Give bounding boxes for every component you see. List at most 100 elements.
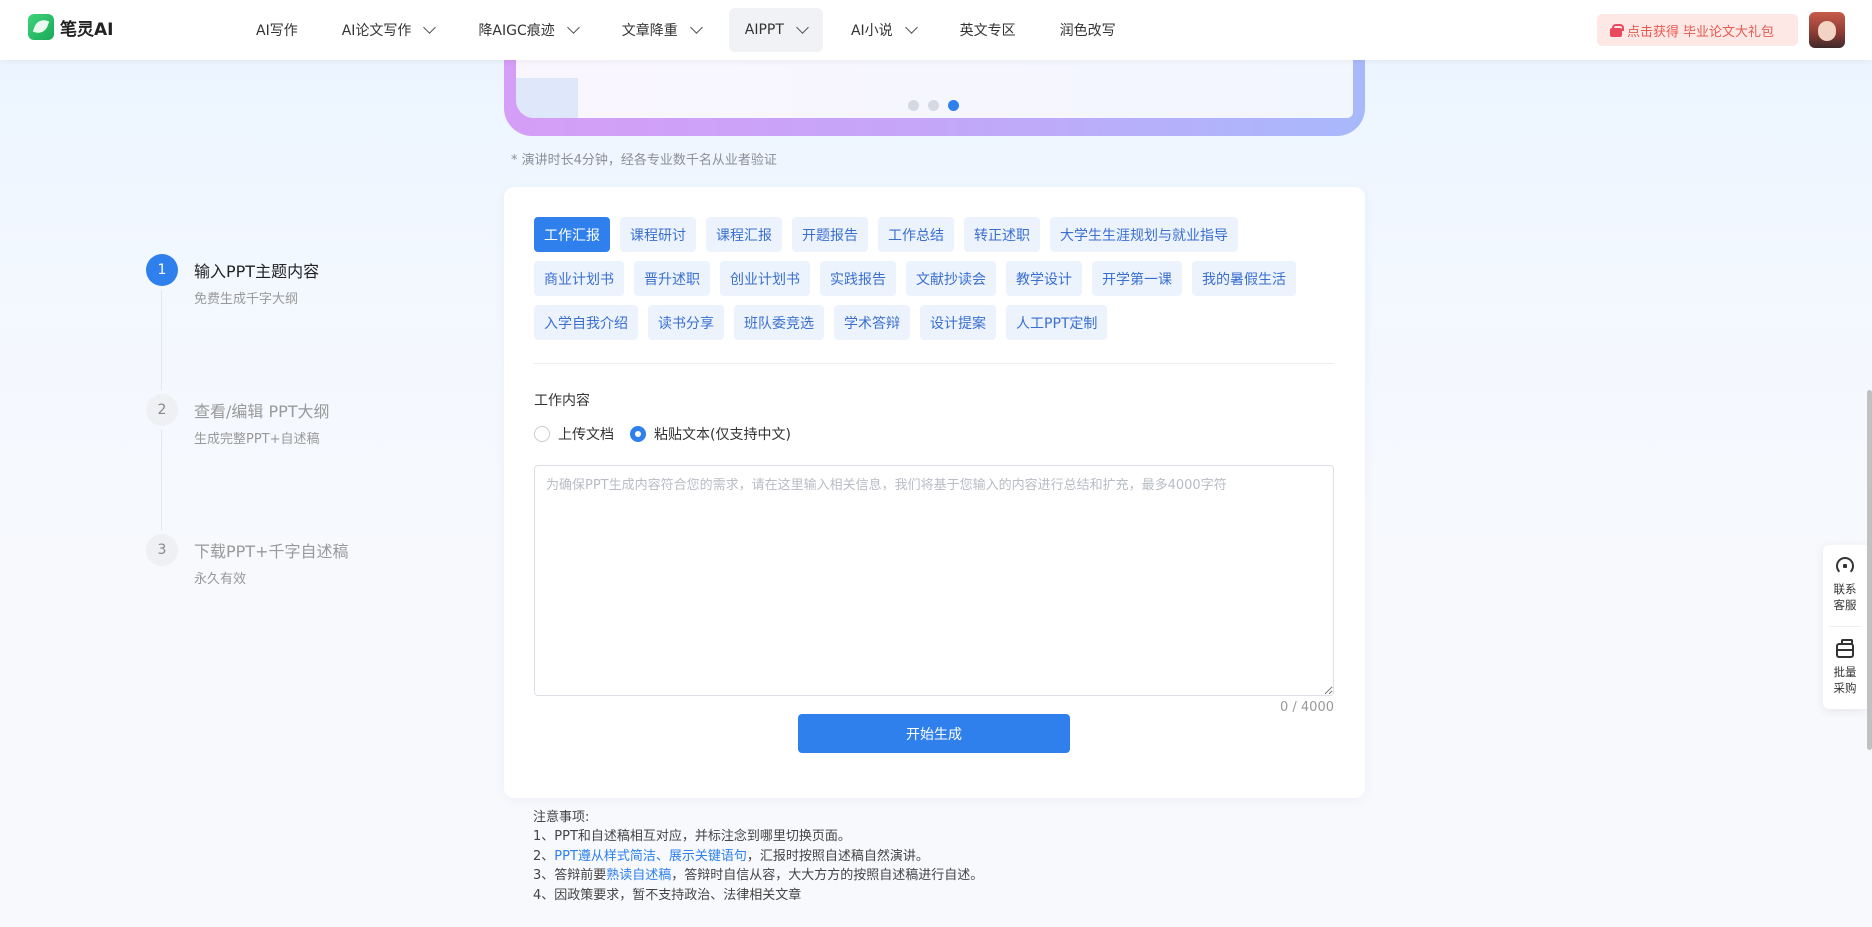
logo-leaf-icon xyxy=(28,14,54,40)
contact-service-button[interactable]: 联系客服 xyxy=(1823,557,1867,613)
topic-tags: 工作汇报 课程研讨 课程汇报 开题报告 工作总结 转正述职 大学生生涯规划与就业… xyxy=(534,217,1334,340)
nav-english[interactable]: 英文专区 xyxy=(944,8,1032,52)
step-number: 1 xyxy=(146,254,178,286)
notes-title: 注意事项: xyxy=(533,810,590,825)
tag-proposal-report[interactable]: 开题报告 xyxy=(792,217,868,252)
nav-label: 文章降重 xyxy=(621,23,678,39)
tag-startup-plan[interactable]: 创业计划书 xyxy=(720,261,810,296)
tag-course-seminar[interactable]: 课程研讨 xyxy=(620,217,696,252)
note-line-3: 3、答辩前要熟读自述稿，答辩时自信从容，大大方方的按照自述稿进行自述。 xyxy=(533,866,983,885)
nav-polish[interactable]: 润色改写 xyxy=(1044,8,1132,52)
tag-probation-review[interactable]: 转正述职 xyxy=(964,217,1040,252)
carousel-dot-1[interactable] xyxy=(908,100,919,111)
input-mode-radios: 上传文档 粘贴文本(仅支持中文) xyxy=(534,424,791,444)
top-nav-bar: 笔灵AI AI写作 AI论文写作 降AIGC痕迹 文章降重 AIPPT AI小说… xyxy=(0,0,1872,60)
logo[interactable]: 笔灵AI xyxy=(28,14,113,40)
ppt-input-card: 工作汇报 课程研讨 课程汇报 开题报告 工作总结 转正述职 大学生生涯规划与就业… xyxy=(504,187,1365,798)
chevron-down-icon xyxy=(566,21,580,34)
char-counter: 0 / 4000 xyxy=(1280,700,1334,715)
tag-business-plan[interactable]: 商业计划书 xyxy=(534,261,624,296)
banner-tip: * 演讲时长4分钟，经各专业数千名从业者验证 xyxy=(511,153,777,168)
note-line-4: 4、因政策要求，暂不支持政治、法律相关文章 xyxy=(533,887,802,903)
tag-work-report[interactable]: 工作汇报 xyxy=(534,217,610,252)
divider xyxy=(1829,626,1861,627)
start-generate-button[interactable]: 开始生成 xyxy=(798,714,1070,753)
gift-icon xyxy=(1609,23,1624,37)
float-label: 联系客服 xyxy=(1833,582,1857,612)
tag-first-lesson[interactable]: 开学第一课 xyxy=(1092,261,1182,296)
headset-icon xyxy=(1836,557,1854,575)
field-label: 工作内容 xyxy=(534,393,590,409)
nav-label: 润色改写 xyxy=(1059,23,1116,39)
float-label: 批量采购 xyxy=(1833,665,1857,695)
tag-custom-ppt[interactable]: 人工PPT定制 xyxy=(1006,305,1108,340)
step-number: 2 xyxy=(146,394,178,426)
note-text: 3、答辩前要 xyxy=(533,868,607,884)
user-avatar[interactable] xyxy=(1809,12,1845,48)
promo-button[interactable]: 点击获得 毕业论文大礼包 xyxy=(1597,14,1798,46)
step-subtitle: 永久有效 xyxy=(194,572,247,587)
tag-book-sharing[interactable]: 读书分享 xyxy=(648,305,724,340)
nav-label: AIPPT xyxy=(744,22,784,38)
radio-label: 粘贴文本(仅支持中文) xyxy=(654,427,791,443)
radio-circle[interactable] xyxy=(630,426,646,442)
nav-label: AI小说 xyxy=(850,23,893,39)
carousel-tab-decoration xyxy=(516,78,578,118)
tag-academic-defense[interactable]: 学术答辩 xyxy=(834,305,910,340)
tag-self-intro[interactable]: 入学自我介绍 xyxy=(534,305,638,340)
note-line-2: 2、PPT遵从样式简洁、展示关键语句，汇报时按照自述稿自然演讲。 xyxy=(533,847,983,866)
tag-literature-reading[interactable]: 文献抄读会 xyxy=(906,261,996,296)
divider xyxy=(534,363,1334,364)
tag-design-proposal[interactable]: 设计提案 xyxy=(920,305,996,340)
nav-ai-writing[interactable]: AI写作 xyxy=(240,8,314,52)
tag-work-summary[interactable]: 工作总结 xyxy=(878,217,954,252)
step-title: 输入PPT主题内容 xyxy=(194,262,320,281)
briefcase-icon xyxy=(1836,639,1854,658)
radio-circle[interactable] xyxy=(534,426,550,442)
step-subtitle: 生成完整PPT+自述稿 xyxy=(194,432,320,447)
step-number: 3 xyxy=(146,534,178,566)
scrollbar[interactable] xyxy=(1867,390,1872,750)
step-title: 下载PPT+千字自述稿 xyxy=(194,542,349,561)
tag-teaching-design[interactable]: 教学设计 xyxy=(1006,261,1082,296)
carousel-dot-2[interactable] xyxy=(928,100,939,111)
chevron-down-icon xyxy=(796,21,809,34)
chevron-down-icon xyxy=(689,21,703,34)
nav-ai-paper[interactable]: AI论文写作 xyxy=(326,8,451,52)
bulk-purchase-button[interactable]: 批量采购 xyxy=(1823,639,1867,696)
nav-label: AI论文写作 xyxy=(341,23,412,39)
nav-aippt[interactable]: AIPPT xyxy=(728,8,823,52)
radio-upload-doc[interactable]: 上传文档 xyxy=(534,424,614,444)
nav-reduce-aigc[interactable]: 降AIGC痕迹 xyxy=(462,8,593,52)
tag-course-report[interactable]: 课程汇报 xyxy=(706,217,782,252)
chevron-down-icon xyxy=(904,21,918,34)
notes-section: 注意事项: 1、PPT和自述稿相互对应，并标注念到哪里切换页面。 2、PPT遵从… xyxy=(533,808,983,905)
note-highlight: PPT遵从样式简洁、展示关键语句 xyxy=(554,848,747,864)
note-text: 2、 xyxy=(533,848,555,864)
promo-text-2: 毕业论文大礼包 xyxy=(1683,24,1775,40)
radio-paste-text[interactable]: 粘贴文本(仅支持中文) xyxy=(630,424,791,444)
content-textarea[interactable] xyxy=(534,465,1334,696)
note-text: ，汇报时按照自述稿自然演讲。 xyxy=(746,848,929,864)
step-subtitle: 免费生成千字大纲 xyxy=(194,292,299,307)
step-connector xyxy=(161,430,162,530)
tag-practice-report[interactable]: 实践报告 xyxy=(820,261,896,296)
promo-text-1: 点击获得 xyxy=(1627,24,1680,40)
logo-text: 笔灵AI xyxy=(60,19,114,40)
tag-promotion-review[interactable]: 晋升述职 xyxy=(634,261,710,296)
step-title: 查看/编辑 PPT大纲 xyxy=(194,402,330,421)
carousel-dots xyxy=(908,100,959,111)
nav-label: AI写作 xyxy=(256,23,298,39)
tag-summer-life[interactable]: 我的暑假生活 xyxy=(1192,261,1296,296)
nav-rewrite[interactable]: 文章降重 xyxy=(606,8,717,52)
tag-career-planning[interactable]: 大学生生涯规划与就业指导 xyxy=(1050,217,1238,252)
floating-toolbar: 联系客服 批量采购 xyxy=(1823,545,1867,709)
note-highlight: 熟读自述稿 xyxy=(606,868,672,884)
main-nav: AI写作 AI论文写作 降AIGC痕迹 文章降重 AIPPT AI小说 英文专区… xyxy=(240,8,1144,52)
carousel-dot-3[interactable] xyxy=(948,100,959,111)
radio-label: 上传文档 xyxy=(558,427,614,443)
nav-ai-novel[interactable]: AI小说 xyxy=(835,8,932,52)
note-text: ，答辩时自信从容，大大方方的按照自述稿进行自述。 xyxy=(671,868,984,884)
step-connector xyxy=(161,290,162,390)
tag-committee-election[interactable]: 班队委竞选 xyxy=(734,305,824,340)
